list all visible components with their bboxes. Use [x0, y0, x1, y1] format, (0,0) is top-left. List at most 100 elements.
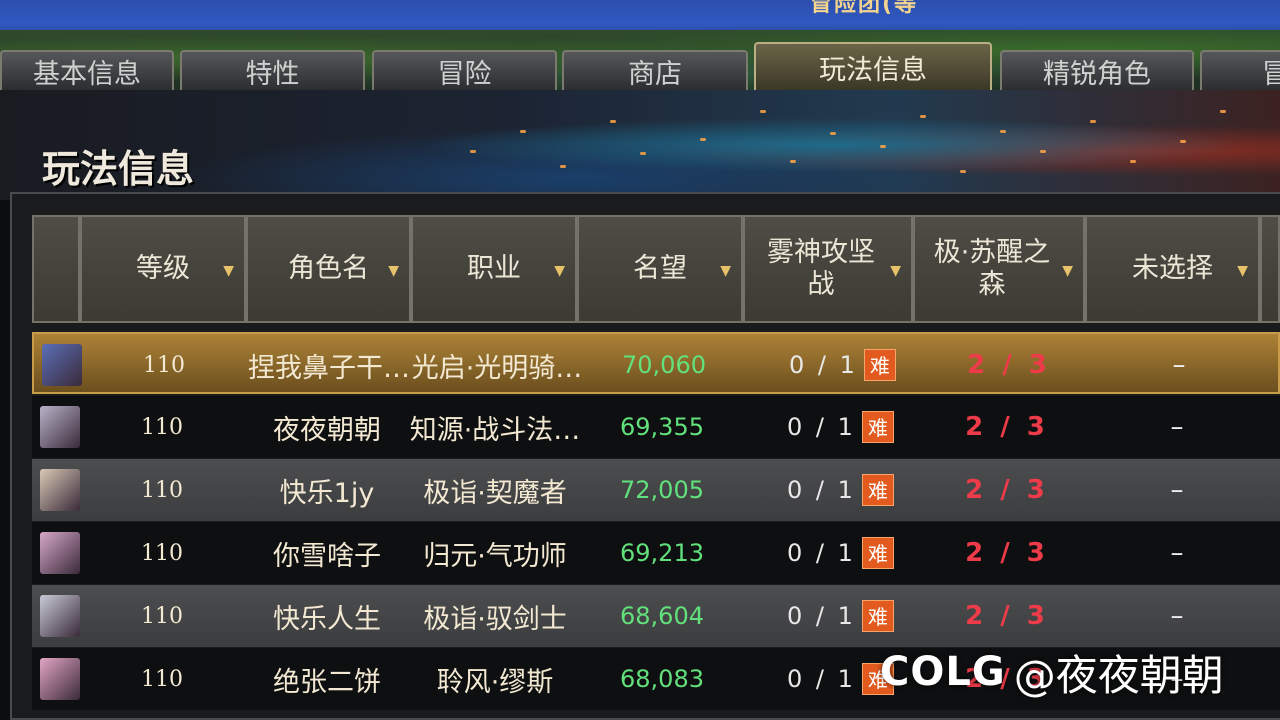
spark-decoration	[830, 132, 836, 135]
spark-decoration	[790, 160, 796, 163]
cell-level: 110	[141, 666, 183, 692]
fog-progress: 0 / 1	[787, 665, 856, 693]
cell-fog-raid: 0 / 1难	[789, 334, 919, 396]
tab-basic-info[interactable]: 基本信息	[0, 50, 174, 90]
spark-decoration	[1040, 150, 1046, 153]
header-unselected[interactable]: 未选择 ▼	[1085, 215, 1260, 323]
header-forest-label: 极·苏醒之森	[933, 237, 1051, 300]
hard-difficulty-badge: 难	[861, 411, 894, 443]
cell-level: 110	[141, 540, 183, 566]
warlock-avatar-icon	[40, 469, 80, 511]
muse-avatar-icon	[40, 658, 80, 700]
spark-decoration	[640, 152, 646, 155]
header-level[interactable]: 等级 ▼	[80, 215, 246, 323]
cell-job: 极诣·契魔者	[423, 477, 567, 509]
tab-shop[interactable]: 商店	[562, 50, 748, 90]
spark-decoration	[880, 145, 886, 148]
hard-difficulty-badge: 难	[861, 600, 894, 632]
tab-traits[interactable]: 特性	[180, 50, 365, 90]
watermark-text: @夜夜朝朝	[1013, 650, 1224, 700]
header-level-label: 等级	[136, 253, 190, 284]
spark-decoration	[520, 130, 526, 133]
tab-elite-characters[interactable]: 精锐角色	[1000, 50, 1194, 90]
cell-fame: 69,213	[620, 539, 704, 567]
fog-progress: 0 / 1	[787, 539, 856, 567]
sort-arrow-icon: ▼	[554, 263, 565, 279]
header-fame-label: 名望	[633, 253, 687, 284]
cell-unselected: –	[1172, 350, 1186, 380]
cell-character-name: 快乐1jy	[279, 477, 375, 509]
cell-job: 聆风·缪斯	[436, 666, 554, 698]
watermark: COLG @夜夜朝朝	[880, 642, 1224, 702]
cell-character-name: 捏我鼻子干…	[248, 352, 410, 384]
cell-character-name: 绝张二饼	[273, 666, 381, 698]
fog-progress: 0 / 1	[787, 602, 856, 630]
cell-unselected: –	[1170, 475, 1184, 505]
table-row[interactable]: 110 捏我鼻子干… 光启·光明骑… 70,060 0 / 1难 2 / 3 –	[32, 332, 1280, 394]
spark-decoration	[1220, 110, 1226, 113]
spark-decoration	[760, 110, 766, 113]
hard-difficulty-badge: 难	[861, 537, 894, 569]
table-row[interactable]: 110 快乐1jy 极诣·契魔者 72,005 0 / 1难 2 / 3 –	[32, 459, 1280, 521]
cell-fame: 70,060	[622, 351, 706, 379]
cell-job: 极诣·驭剑士	[423, 603, 567, 635]
header-unselected-label: 未选择	[1132, 253, 1213, 284]
cell-unselected: –	[1170, 601, 1184, 631]
hard-difficulty-badge: 难	[861, 474, 894, 506]
spark-decoration	[1130, 160, 1136, 163]
cell-job: 光启·光明骑…	[412, 352, 582, 384]
cell-awakened-forest: 2 / 3	[965, 601, 1049, 631]
spark-decoration	[1000, 130, 1006, 133]
nen-master-avatar-icon	[40, 532, 80, 574]
tab-bar: 基本信息 特性 冒险 商店 玩法信息 精锐角色 冒	[0, 42, 1280, 90]
cell-unselected: –	[1170, 412, 1184, 442]
cell-level: 110	[141, 603, 183, 629]
spark-decoration	[920, 115, 926, 118]
tab-more[interactable]: 冒	[1200, 50, 1280, 90]
cell-awakened-forest: 2 / 3	[967, 350, 1051, 380]
cell-character-name: 快乐人生	[273, 603, 381, 635]
page-title: 玩法信息	[42, 147, 195, 191]
cell-fame: 68,604	[620, 602, 704, 630]
tab-adventure[interactable]: 冒险	[372, 50, 557, 90]
cell-awakened-forest: 2 / 3	[965, 475, 1049, 505]
header-job[interactable]: 职业 ▼	[411, 215, 577, 323]
knight-avatar-icon	[42, 344, 82, 386]
swordsman-avatar-icon	[40, 595, 80, 637]
sort-arrow-icon: ▼	[223, 263, 234, 279]
sort-arrow-icon: ▼	[720, 263, 731, 279]
cell-fame: 68,083	[620, 665, 704, 693]
header-awakened-forest[interactable]: 极·苏醒之森 ▼	[913, 215, 1085, 323]
spark-decoration	[960, 170, 966, 173]
spark-decoration	[1180, 140, 1186, 143]
header-character-name[interactable]: 角色名 ▼	[246, 215, 411, 323]
table-row[interactable]: 110 夜夜朝朝 知源·战斗法… 69,355 0 / 1难 2 / 3 –	[32, 396, 1280, 458]
cell-unselected: –	[1170, 538, 1184, 568]
fog-progress: 0 / 1	[787, 413, 856, 441]
cell-awakened-forest: 2 / 3	[965, 538, 1049, 568]
sort-arrow-icon: ▼	[1237, 263, 1248, 279]
sort-arrow-icon: ▼	[890, 263, 901, 279]
watermark-logo: COLG	[880, 649, 1006, 695]
hard-difficulty-badge: 难	[863, 349, 896, 381]
cell-job: 知源·战斗法…	[410, 414, 580, 446]
spark-decoration	[1090, 120, 1096, 123]
cell-character-name: 夜夜朝朝	[273, 414, 381, 446]
cell-level: 110	[141, 414, 183, 440]
cell-level: 110	[141, 477, 183, 503]
header-overflow	[1260, 215, 1280, 323]
cell-fog-raid: 0 / 1难	[787, 396, 917, 458]
spark-decoration	[700, 138, 706, 141]
sort-arrow-icon: ▼	[1062, 263, 1073, 279]
tab-gameplay-info[interactable]: 玩法信息	[754, 42, 992, 90]
header-fog-label: 雾神攻坚战	[767, 237, 875, 300]
header-fog-raid[interactable]: 雾神攻坚战 ▼	[743, 215, 913, 323]
table-row[interactable]: 110 快乐人生 极诣·驭剑士 68,604 0 / 1难 2 / 3 –	[32, 585, 1280, 647]
header-avatar-column	[32, 215, 80, 323]
cell-fame: 72,005	[620, 476, 704, 504]
fog-progress: 0 / 1	[789, 351, 858, 379]
cell-fog-raid: 0 / 1难	[787, 522, 917, 584]
table-row[interactable]: 110 你雪啥子 归元·气功师 69,213 0 / 1难 2 / 3 –	[32, 522, 1280, 584]
header-fame[interactable]: 名望 ▼	[577, 215, 743, 323]
cell-character-name: 你雪啥子	[273, 540, 381, 572]
